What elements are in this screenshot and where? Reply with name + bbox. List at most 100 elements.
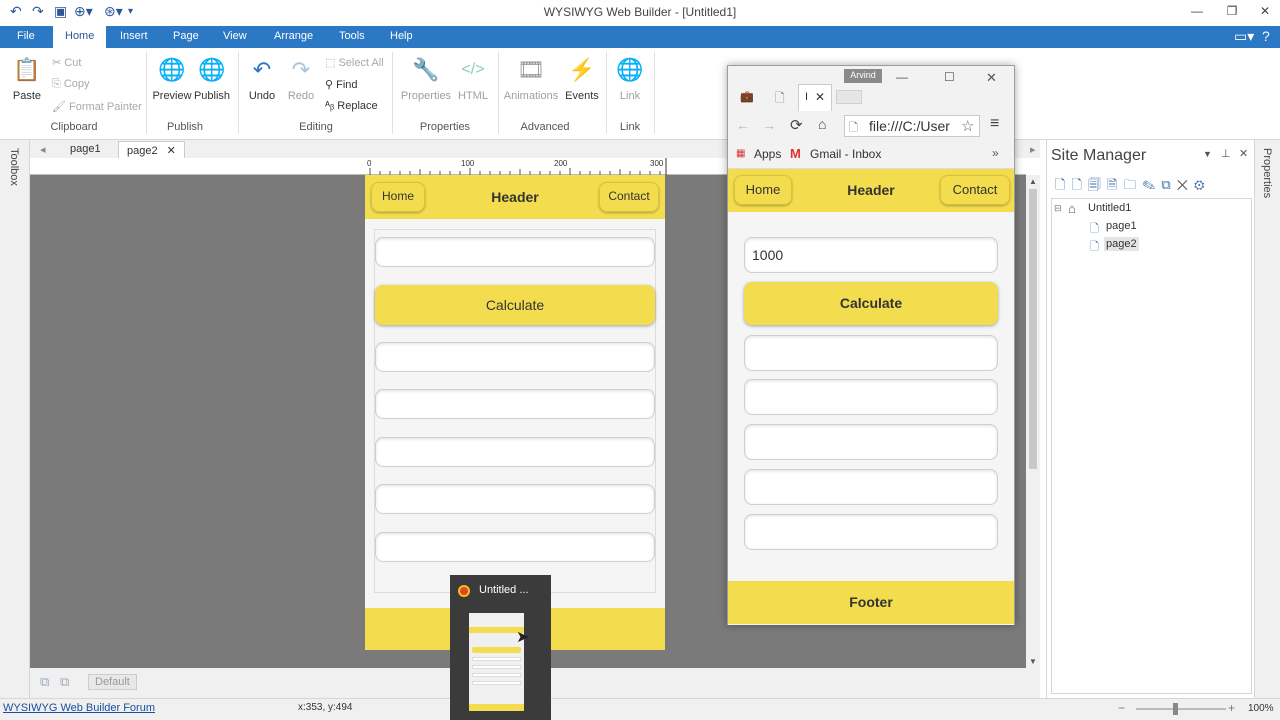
add-page-icon[interactable]: 🗋 <box>1071 177 1087 192</box>
close-tab-icon[interactable]: ✕ <box>167 145 176 157</box>
preview-result-field[interactable] <box>744 469 998 505</box>
menu-page[interactable]: Page <box>173 30 199 42</box>
menu-home[interactable]: Home <box>53 26 107 48</box>
menu-arrange[interactable]: Arrange <box>274 30 313 42</box>
browser-preview-window[interactable]: Arvind — ☐ ✕ 💼 🗋 I ✕ ← → ⟳ ⌂ 🗋 file:///C… <box>727 65 1015 625</box>
layout-icon[interactable]: ⧉ <box>40 674 49 690</box>
tree-root[interactable]: Untitled1 <box>1088 202 1131 214</box>
properties-side-panel[interactable]: Properties <box>1254 140 1280 698</box>
delete-icon[interactable]: ✕ <box>1177 177 1194 192</box>
preview-nav-home[interactable]: Home <box>734 175 792 205</box>
amount-input[interactable] <box>375 237 655 267</box>
page-header-bar[interactable]: Home Header Contact <box>365 175 665 219</box>
browser-menu-icon[interactable]: ≡ <box>990 115 999 133</box>
zoom-slider[interactable] <box>1136 708 1226 710</box>
menu-insert[interactable]: Insert <box>120 30 148 42</box>
preview-result-field[interactable] <box>744 424 998 460</box>
copy-button[interactable]: ⎘ Copy <box>52 78 90 91</box>
format-painter-button[interactable]: 🖌 Format Painter <box>52 100 142 113</box>
default-breakpoint-button[interactable]: Default <box>88 674 137 690</box>
page-settings-icon[interactable]: 🗎 <box>1107 177 1123 192</box>
result-field[interactable] <box>375 484 655 514</box>
toolbox-label[interactable]: Toolbox <box>8 148 20 186</box>
result-field[interactable] <box>375 437 655 467</box>
scroll-up-icon[interactable]: ▲ <box>1029 177 1037 186</box>
menu-file[interactable]: File <box>17 30 35 42</box>
tab-close-icon[interactable]: ✕ <box>815 90 825 104</box>
zoom-slider-thumb[interactable] <box>1173 703 1178 715</box>
tab-page2[interactable]: page2 ✕ <box>118 141 185 158</box>
close-icon[interactable]: ✕ <box>1250 4 1280 18</box>
reload-icon[interactable]: ⟳ <box>790 116 803 134</box>
publish-button[interactable]: 🌐 Publish <box>193 54 231 102</box>
events-button[interactable]: ⚡ Events <box>564 54 600 102</box>
tabs-scroll-left-icon[interactable]: ◂ <box>32 141 54 158</box>
tree-page1[interactable]: page1 <box>1106 220 1137 232</box>
preview-button[interactable]: 🌐 Preview <box>152 54 192 102</box>
tree-collapse-icon[interactable]: ⊟ <box>1054 203 1062 214</box>
browser-active-tab[interactable]: I ✕ <box>798 84 832 111</box>
nav-contact-button[interactable]: Contact <box>599 182 659 212</box>
properties-button[interactable]: 🔧 Properties <box>398 54 454 102</box>
undo-button[interactable]: ↶ Undo <box>244 54 280 102</box>
animations-button[interactable]: 🎞 Animations <box>502 54 560 102</box>
cut-button[interactable]: ✂ Cut <box>52 56 81 69</box>
paste-button[interactable]: 📋 Paste <box>8 54 46 102</box>
tab-page1[interactable]: page1 <box>62 141 109 158</box>
replace-button[interactable]: ᴬᵦ Replace <box>325 100 378 112</box>
edit-icon[interactable]: ✎ <box>1142 177 1161 192</box>
bookmark-gmail[interactable]: Gmail - Inbox <box>810 147 881 161</box>
home-icon[interactable]: ⌂ <box>818 116 826 132</box>
menu-tools[interactable]: Tools <box>339 30 365 42</box>
menu-help[interactable]: Help <box>390 30 413 42</box>
tab-briefcase-icon[interactable]: 💼 <box>740 90 754 103</box>
help-icon[interactable]: ? <box>1262 28 1270 44</box>
toolbox-panel[interactable]: Toolbox <box>0 140 30 698</box>
result-field[interactable] <box>375 342 655 372</box>
preview-calculate-button[interactable]: Calculate <box>744 282 998 325</box>
menu-view[interactable]: View <box>223 30 247 42</box>
forum-link[interactable]: WYSIWYG Web Builder Forum <box>3 702 155 714</box>
bookmark-apps[interactable]: Apps <box>754 147 781 161</box>
preview-result-field[interactable] <box>744 335 998 371</box>
forward-icon[interactable]: → <box>762 117 776 133</box>
tree-page2[interactable]: page2 <box>1104 237 1139 251</box>
calculate-button[interactable]: Calculate <box>375 285 655 325</box>
bookmark-star-icon[interactable]: ☆ <box>961 117 975 135</box>
breakpoint-icon[interactable]: ⧉ <box>60 674 69 690</box>
html-button[interactable]: </> HTML <box>456 54 490 102</box>
preview-result-field[interactable] <box>744 514 998 550</box>
find-button[interactable]: ⚲ Find <box>325 78 358 91</box>
zoom-in-icon[interactable]: + <box>1228 701 1235 715</box>
address-bar[interactable]: 🗋 file:///C:/User ☆ <box>844 115 980 137</box>
taskbar-thumbnail[interactable]: Untitled ... ➤ <box>450 575 551 720</box>
link-button[interactable]: 🌐 Link <box>612 54 648 102</box>
copy-page-icon[interactable]: ⧉ <box>1161 177 1176 192</box>
minimize-icon[interactable]: — <box>1182 4 1212 18</box>
browser-minimize-icon[interactable]: — <box>896 70 908 84</box>
select-all-button[interactable]: ⬚ Select All <box>325 56 384 69</box>
new-page-icon[interactable]: 🗋 <box>1055 177 1071 192</box>
tabs-scroll-right-icon[interactable]: ▸ <box>1022 141 1044 158</box>
properties-icon[interactable]: ⚙ <box>1194 177 1211 192</box>
bookmarks-overflow-icon[interactable]: » <box>992 146 999 160</box>
browser-maximize-icon[interactable]: ☐ <box>944 70 955 84</box>
properties-side-label[interactable]: Properties <box>1261 148 1273 198</box>
address-text[interactable]: file:///C:/User <box>869 118 950 134</box>
preview-nav-contact[interactable]: Contact <box>940 175 1010 205</box>
redo-button[interactable]: ↷ Redo <box>284 54 318 102</box>
scroll-down-icon[interactable]: ▼ <box>1029 657 1037 666</box>
result-field[interactable] <box>375 532 655 562</box>
preview-amount-input[interactable]: 1000 <box>744 237 998 273</box>
browser-close-icon[interactable]: ✕ <box>986 70 997 86</box>
panel-close-icon[interactable]: ✕ <box>1239 147 1248 160</box>
ribbon-display-icon[interactable]: ▭▾ <box>1234 28 1254 45</box>
back-icon[interactable]: ← <box>736 117 750 133</box>
preview-result-field[interactable] <box>744 379 998 415</box>
zoom-out-icon[interactable]: − <box>1118 701 1125 715</box>
scrollbar-thumb[interactable] <box>1029 189 1037 469</box>
folder-icon[interactable]: 🗀 <box>1123 177 1142 192</box>
page-list-icon[interactable]: 🗐 <box>1088 177 1107 192</box>
maximize-icon[interactable]: ❐ <box>1217 4 1247 18</box>
new-tab-button[interactable] <box>836 90 862 104</box>
